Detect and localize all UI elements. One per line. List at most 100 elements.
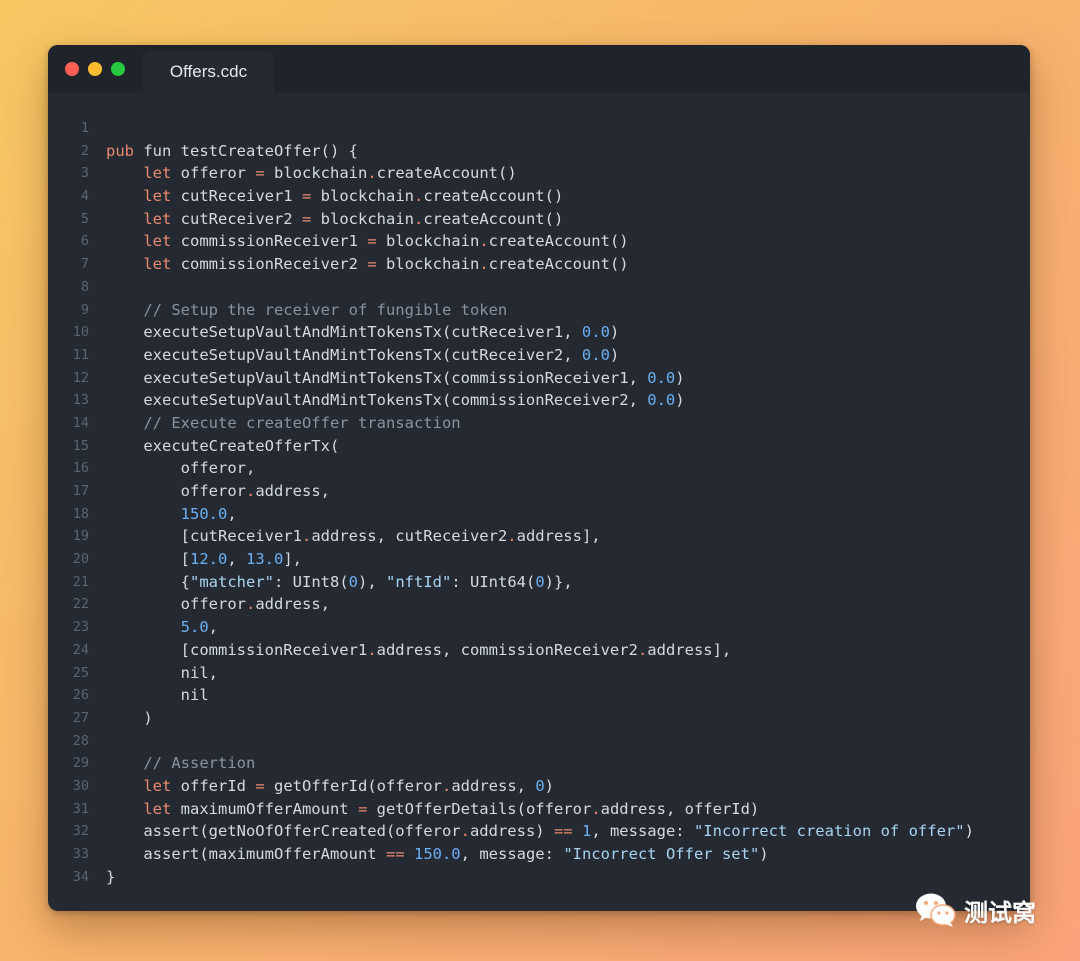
- line-code: let offerId = getOfferId(offeror.address…: [106, 775, 554, 798]
- close-window-button[interactable]: [65, 62, 79, 76]
- line-code: offeror.address,: [106, 480, 330, 503]
- code-token: address, cutReceiver2: [311, 527, 508, 546]
- code-line: 10 executeSetupVaultAndMintTokensTx(cutR…: [48, 321, 1030, 344]
- keyword-token: let: [143, 164, 172, 183]
- code-token: cutReceiver2: [171, 209, 302, 228]
- code-line: 31 let maximumOfferAmount = getOfferDeta…: [48, 798, 1030, 821]
- code-token: nil,: [106, 663, 218, 682]
- code-token: maximumOfferAmount: [171, 799, 358, 818]
- code-token: }: [106, 867, 116, 886]
- code-token: address,: [255, 482, 330, 500]
- maximize-window-button[interactable]: [111, 62, 125, 76]
- line-number: 11: [72, 346, 89, 363]
- code-token: ,: [208, 618, 218, 637]
- line-code: nil: [106, 684, 209, 707]
- line-code: ): [106, 707, 153, 730]
- keyword-token: let: [143, 255, 172, 274]
- code-token: blockchain: [376, 255, 480, 274]
- string-token: "Incorrect creation of offer": [693, 822, 965, 841]
- line-number: 1: [80, 120, 89, 136]
- keyword-token: .: [637, 640, 648, 659]
- line-number: 13: [72, 392, 89, 409]
- line-number: 3: [80, 165, 89, 182]
- code-area[interactable]: 1 2 pub fun testCreateOffer() { 3 let offer…: [48, 117, 1030, 888]
- code-token: ): [759, 845, 769, 863]
- number-token: 12.0: [190, 550, 228, 569]
- line-code: offeror.address,: [106, 593, 330, 616]
- line-number: 15: [72, 437, 89, 454]
- code-token: {: [106, 572, 190, 591]
- keyword-token: .: [460, 822, 470, 841]
- line-code: executeSetupVaultAndMintTokensTx(commiss…: [106, 367, 684, 390]
- code-line: 29 // Assertion: [48, 752, 1030, 775]
- code-line: 1: [48, 117, 1030, 140]
- code-line: 2 pub fun testCreateOffer() {: [48, 140, 1030, 163]
- number-token: 0: [348, 572, 358, 591]
- code-line: 9 // Setup the receiver of fungible toke…: [48, 299, 1030, 322]
- code-token: commissionReceiver1: [171, 232, 368, 251]
- line-number: 10: [72, 324, 89, 341]
- keyword-token: =: [357, 799, 368, 818]
- code-token: ],: [283, 550, 302, 569]
- line-code: 150.0,: [106, 503, 237, 526]
- comment-token: // Assertion: [143, 754, 256, 773]
- keyword-token: .: [413, 209, 424, 228]
- keyword-token: =: [367, 232, 377, 251]
- line-number: 19: [72, 528, 89, 545]
- tab-offers-cdc[interactable]: Offers.cdc: [143, 51, 274, 93]
- number-token: 150.0: [413, 845, 461, 863]
- window-titlebar: Offers.cdc: [48, 45, 1030, 93]
- code-token: : UInt8(: [274, 572, 349, 591]
- line-code: let maximumOfferAmount = getOfferDetails…: [106, 798, 759, 821]
- line-code: }: [106, 866, 115, 889]
- line-code: // Setup the receiver of fungible token: [106, 299, 507, 322]
- code-line: 12 executeSetupVaultAndMintTokensTx(comm…: [48, 367, 1030, 390]
- code-line: 33 assert(maximumOfferAmount == 150.0, m…: [48, 843, 1030, 866]
- line-code: nil,: [106, 662, 218, 685]
- minimize-window-button[interactable]: [88, 62, 102, 76]
- code-token: getOfferId(offeror: [264, 776, 442, 795]
- string-token: "matcher": [190, 572, 274, 591]
- code-token: address],: [516, 527, 601, 546]
- code-token: executeSetupVaultAndMintTokensTx(cutRece…: [106, 345, 582, 364]
- code-token: ,: [227, 504, 237, 523]
- code-token: address, commissionReceiver2: [376, 640, 638, 659]
- code-token: ): [106, 708, 153, 727]
- keyword-token: let: [143, 232, 172, 251]
- code-token: ): [544, 776, 555, 795]
- keyword-token: .: [245, 482, 256, 500]
- code-token: createAccount(): [376, 164, 517, 183]
- watermark-text: 测试窝: [964, 898, 1036, 927]
- line-number: 17: [72, 483, 89, 499]
- line-code: {"matcher": UInt8(0), "nftId": UInt64(0)…: [106, 571, 573, 594]
- code-token: blockchain: [311, 209, 414, 228]
- line-number: 2: [80, 142, 89, 159]
- code-token: [commissionReceiver1: [106, 640, 368, 659]
- code-token: executeSetupVaultAndMintTokensTx(commiss…: [106, 368, 648, 387]
- line-number: 24: [72, 641, 89, 658]
- code-token: offeror: [106, 482, 246, 500]
- line-code: // Assertion: [106, 752, 255, 775]
- code-token: ),: [358, 572, 386, 591]
- keyword-token: pub: [106, 141, 134, 160]
- line-code: offeror,: [106, 457, 256, 480]
- code-line: 20 [12.0, 13.0],: [48, 548, 1030, 571]
- keyword-token: .: [413, 187, 424, 206]
- keyword-token: let: [143, 187, 172, 206]
- line-number: 7: [80, 256, 89, 273]
- number-token: 150.0: [180, 504, 228, 523]
- code-token: [: [106, 550, 190, 569]
- line-code: pub fun testCreateOffer() {: [106, 140, 358, 163]
- code-line: 24 [commissionReceiver1.address, commiss…: [48, 639, 1030, 662]
- code-token: createAccount(): [488, 255, 629, 274]
- code-token: ,: [227, 550, 246, 569]
- number-token: 5.0: [180, 618, 209, 637]
- code-token: commissionReceiver2: [171, 255, 368, 274]
- line-number: 34: [72, 868, 89, 885]
